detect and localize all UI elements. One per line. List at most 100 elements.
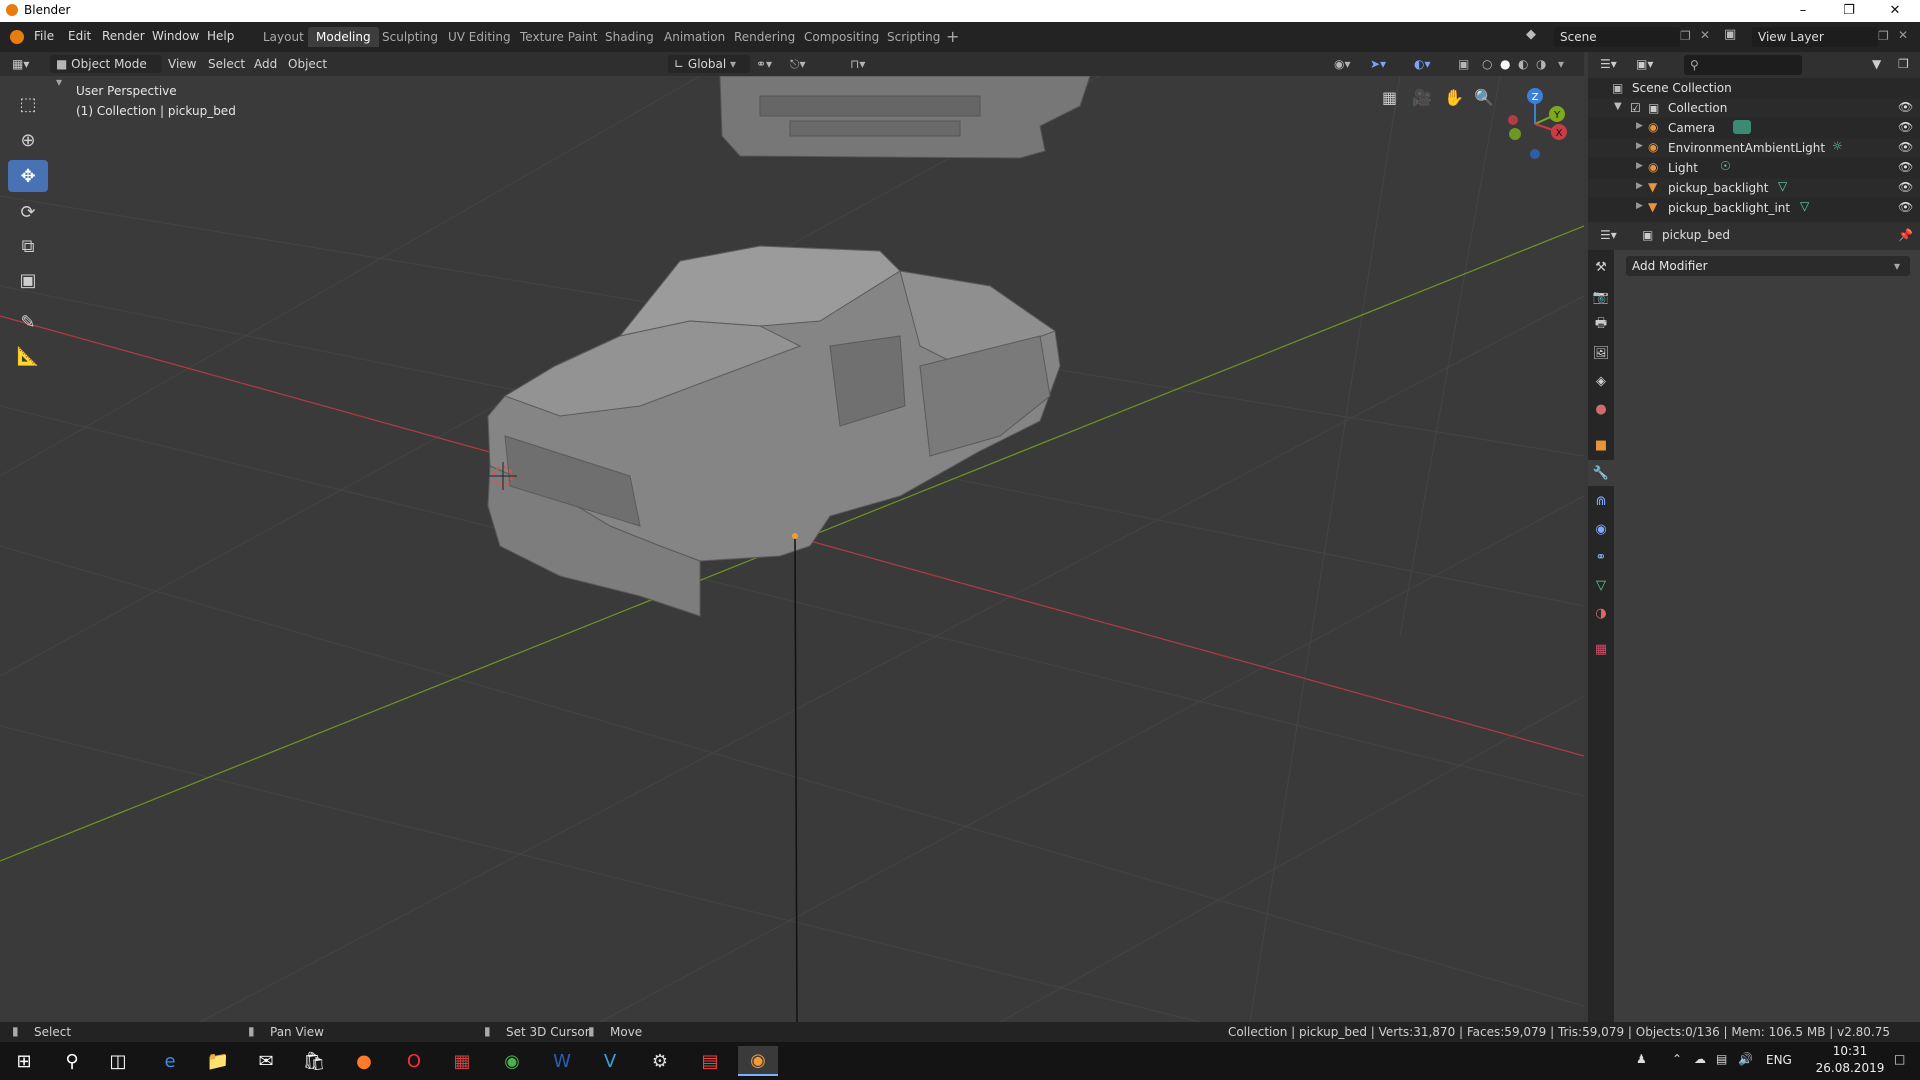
visibility-icon[interactable]: ◉▾ <box>1334 55 1351 73</box>
viewport-menu-select[interactable]: Select <box>208 55 245 73</box>
editor-type-icon[interactable]: ▦▾ <box>12 55 29 73</box>
texture-tab-icon[interactable]: ▦ <box>1588 636 1614 662</box>
render-tab-icon[interactable]: 📷 <box>1588 284 1614 310</box>
3d-viewport[interactable] <box>0 76 1584 1022</box>
outliner-scene-collection[interactable]: ▣ Scene Collection <box>1588 78 1920 98</box>
pivot-point-icon[interactable]: ⚭▾ <box>756 55 772 73</box>
menu-edit[interactable]: Edit <box>68 29 91 43</box>
expand-arrow-icon[interactable]: ▶ <box>1636 121 1643 131</box>
checkbox-icon[interactable]: ☑ <box>1630 101 1641 115</box>
tab-sculpting[interactable]: Sculpting <box>374 27 446 47</box>
wireframe-shading-icon[interactable]: ○ <box>1482 55 1492 73</box>
expand-arrow-icon[interactable]: ▶ <box>1636 181 1643 191</box>
language-indicator[interactable]: ENG <box>1766 1053 1792 1067</box>
material-tab-icon[interactable]: ◑ <box>1588 600 1614 626</box>
constraints-tab-icon[interactable]: ⚭ <box>1588 544 1614 570</box>
rendered-shading-icon[interactable]: ◑ <box>1536 55 1546 73</box>
blender-taskbar-icon[interactable]: ◉ <box>738 1046 778 1076</box>
tab-uv-editing[interactable]: UV Editing <box>440 27 519 47</box>
viewport-menu-add[interactable]: Add <box>254 55 277 73</box>
outliner-editor-icon[interactable]: ☰▾ <box>1600 57 1617 71</box>
outliner-collection[interactable]: ▼ ☑ ▣ Collection 👁 <box>1588 98 1920 118</box>
zoom-icon[interactable]: 🔍 <box>1474 88 1494 107</box>
outliner-search-input[interactable]: ⚲ <box>1684 55 1802 75</box>
eye-icon[interactable]: 👁 <box>1898 140 1913 154</box>
add-modifier-dropdown[interactable]: Add Modifier ▾ <box>1626 256 1910 276</box>
store-icon[interactable]: 🛍 <box>294 1046 334 1076</box>
tab-shading[interactable]: Shading <box>597 27 662 47</box>
annotate-tool-icon[interactable]: ✎ <box>8 306 48 338</box>
menu-render[interactable]: Render <box>102 29 145 43</box>
outliner-item-pickup-backlight-int[interactable]: ▶ ▼ pickup_backlight_int ▽ 👁 <box>1588 198 1920 218</box>
eye-icon[interactable]: 👁 <box>1898 200 1913 214</box>
shading-options-icon[interactable]: ▾ <box>1558 55 1564 73</box>
task-view-icon[interactable]: ◫ <box>98 1046 138 1076</box>
pin-icon[interactable]: 📌 <box>1898 228 1913 242</box>
scene-icon[interactable]: ◆ <box>1526 27 1548 47</box>
move-tool-icon[interactable]: ✥ <box>8 160 48 192</box>
material-shading-icon[interactable]: ◐ <box>1518 55 1528 73</box>
solid-shading-icon[interactable]: ● <box>1500 55 1510 73</box>
notifications-icon[interactable]: □ <box>1894 1052 1905 1066</box>
scale-tool-icon[interactable]: ⧉ <box>8 230 48 262</box>
search-icon[interactable]: ⚲ <box>52 1046 92 1076</box>
physics-tab-icon[interactable]: ◉ <box>1588 516 1614 542</box>
app-icon[interactable]: ▦ <box>442 1046 482 1076</box>
view-layer-field[interactable]: View Layer <box>1752 27 1878 47</box>
grid-view-icon[interactable]: ▦ <box>1382 88 1397 107</box>
network-icon[interactable]: ▤ <box>1716 1052 1727 1066</box>
menu-help[interactable]: Help <box>207 29 234 43</box>
tab-rendering[interactable]: Rendering <box>726 27 803 47</box>
eye-icon[interactable]: 👁 <box>1898 180 1913 194</box>
object-data-tab-icon[interactable]: ▽ <box>1588 572 1614 598</box>
expand-arrow-icon[interactable]: ▼ <box>1614 101 1622 112</box>
transform-tool-icon[interactable]: ▣ <box>8 264 48 296</box>
volume-icon[interactable]: 🔊 <box>1738 1052 1753 1066</box>
minimize-icon[interactable]: – <box>1780 0 1826 22</box>
tab-layout[interactable]: Layout <box>255 27 312 47</box>
view-layer-tab-icon[interactable]: 🖼 <box>1588 340 1614 366</box>
modifier-tab-icon[interactable]: 🔧 <box>1588 460 1614 486</box>
proportional-edit-icon[interactable]: ⊓▾ <box>850 55 865 73</box>
properties-editor-icon[interactable]: ☰▾ <box>1600 228 1617 242</box>
file-explorer-icon[interactable]: 📁 <box>198 1046 238 1076</box>
scene-tab-icon[interactable]: ◈ <box>1588 368 1614 394</box>
view-layer-remove-icon[interactable]: ✕ <box>1898 28 1908 42</box>
firefox-icon[interactable]: ● <box>344 1046 384 1076</box>
eye-icon[interactable]: 👁 <box>1898 100 1913 114</box>
overlay-toggle-icon[interactable]: ◐▾ <box>1414 55 1431 73</box>
mail-icon[interactable]: ✉ <box>246 1046 286 1076</box>
tab-modeling[interactable]: Modeling <box>308 27 379 47</box>
mode-select[interactable]: ■ Object Mode ▾ <box>50 55 162 89</box>
menu-file[interactable]: File <box>34 29 54 43</box>
eye-icon[interactable]: 👁 <box>1898 160 1913 174</box>
select-box-tool-icon[interactable]: ⬚ <box>8 88 48 120</box>
tab-compositing[interactable]: Compositing <box>796 27 887 47</box>
outliner-item-camera[interactable]: ▶ ◉ Camera 👁 <box>1588 118 1920 138</box>
steam-icon[interactable]: ⚙ <box>640 1046 680 1076</box>
winrar-icon[interactable]: ▤ <box>690 1046 730 1076</box>
rotate-tool-icon[interactable]: ⟳ <box>8 196 48 228</box>
scene-new-icon[interactable]: ❐ <box>1680 29 1691 43</box>
opera-icon[interactable]: O <box>394 1046 434 1076</box>
windows-start-icon[interactable]: ⊞ <box>4 1046 44 1076</box>
tray-chevron-icon[interactable]: ⌃ <box>1672 1052 1682 1066</box>
eye-icon[interactable]: 👁 <box>1898 120 1913 134</box>
close-icon[interactable]: ✕ <box>1872 0 1918 22</box>
clock-time[interactable]: 10:31 <box>1820 1044 1880 1058</box>
view-layer-new-icon[interactable]: ❐ <box>1878 29 1889 43</box>
display-mode-icon[interactable]: ▣▾ <box>1636 57 1653 71</box>
navigation-gizmo[interactable]: Z Y X <box>1495 84 1575 164</box>
add-workspace-icon[interactable]: + <box>946 27 959 46</box>
new-collection-icon[interactable]: ❐ <box>1898 57 1909 71</box>
tab-texture-paint[interactable]: Texture Paint <box>512 27 605 47</box>
tab-scripting[interactable]: Scripting <box>879 27 948 47</box>
filter-icon[interactable]: ▼ <box>1872 57 1881 71</box>
world-tab-icon[interactable]: ● <box>1588 396 1614 422</box>
visual-studio-icon[interactable]: V <box>590 1046 630 1076</box>
output-tab-icon[interactable]: 🖶 <box>1588 312 1614 338</box>
gizmo-toggle-icon[interactable]: ➤▾ <box>1370 55 1386 73</box>
scene-remove-icon[interactable]: ✕ <box>1700 28 1710 42</box>
transform-orientation-select[interactable]: ∟ Global ▾ <box>668 55 750 73</box>
object-tab-icon[interactable]: ■ <box>1588 432 1614 458</box>
